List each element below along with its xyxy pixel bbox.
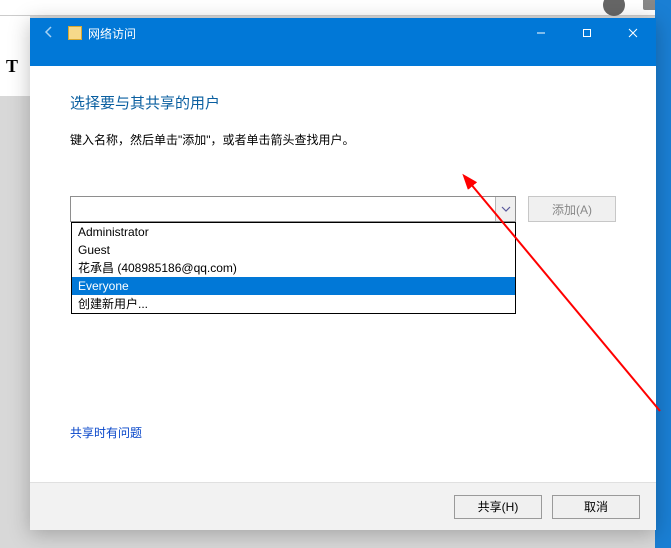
dropdown-item[interactable]: Administrator <box>72 223 515 241</box>
minimize-button[interactable] <box>518 18 564 48</box>
combobox-dropdown: AdministratorGuest花承昌 (408985186@qq.com)… <box>71 222 516 314</box>
window-title: 网络访问 <box>88 25 136 42</box>
folder-share-icon <box>68 26 82 40</box>
back-button <box>30 25 68 42</box>
cancel-button[interactable]: 取消 <box>552 495 640 519</box>
dropdown-item[interactable]: Everyone <box>72 277 515 295</box>
instruction-text: 键入名称，然后单击"添加"，或者单击箭头查找用户。 <box>70 131 616 148</box>
dropdown-item[interactable]: Guest <box>72 241 515 259</box>
help-link[interactable]: 共享时有问题 <box>70 424 142 441</box>
titlebar: 网络访问 <box>30 18 656 48</box>
share-button[interactable]: 共享(H) <box>454 495 542 519</box>
combobox-arrow-button[interactable] <box>495 197 515 221</box>
dialog-footer: 共享(H) 取消 <box>30 482 656 530</box>
desktop-background-sliver <box>655 0 671 548</box>
page-heading: 选择要与其共享的用户 <box>70 92 616 113</box>
browser-top-strip <box>0 0 671 16</box>
close-button[interactable] <box>610 18 656 48</box>
dropdown-item[interactable]: 花承昌 (408985186@qq.com) <box>72 259 515 277</box>
dialog-content: 选择要与其共享的用户 键入名称，然后单击"添加"，或者单击箭头查找用户。 Adm… <box>30 66 656 482</box>
user-input[interactable] <box>71 197 495 221</box>
add-button: 添加(A) <box>528 196 616 222</box>
maximize-button[interactable] <box>564 18 610 48</box>
dialog-window: 网络访问 选择要与其共享的用户 键入名称，然后单击"添加"，或者单击箭头查找用户… <box>30 18 656 530</box>
user-combobox[interactable]: AdministratorGuest花承昌 (408985186@qq.com)… <box>70 196 516 222</box>
dropdown-item[interactable]: 创建新用户... <box>72 295 515 313</box>
titlebar-extension <box>30 48 656 66</box>
t-icon: T <box>6 56 18 77</box>
window-controls <box>518 18 656 48</box>
